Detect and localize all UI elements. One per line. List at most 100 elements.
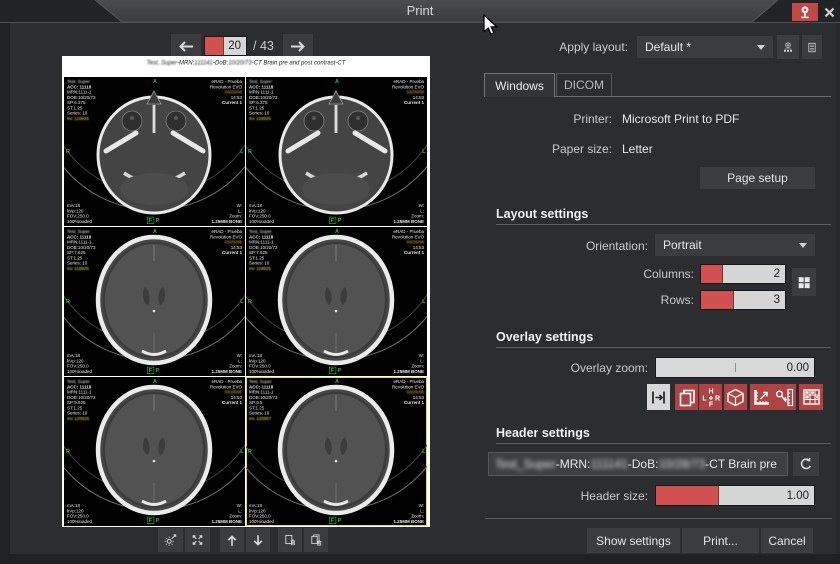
chevron-down-icon — [799, 243, 807, 248]
page-number-spinner[interactable]: 20 — [204, 36, 247, 56]
table-icon — [801, 387, 822, 407]
frame-bottom — [0, 554, 840, 564]
save-layout-icon — [783, 37, 793, 58]
titlebar: Print — [0, 0, 840, 22]
preview-cell[interactable]: Test, SuperACC: 11118MRN:1111-1DOB:10/20… — [64, 227, 245, 376]
layout-list-icon — [808, 38, 816, 57]
reset-header-button[interactable] — [793, 452, 819, 476]
cube-icon — [725, 387, 746, 408]
page-setup-button[interactable]: Page setup — [700, 167, 815, 189]
overlay-ruler-toggle[interactable] — [750, 384, 773, 410]
print-preview-page: Test, Super-MRN:111141-DoB:10/20/73-CT B… — [62, 56, 430, 527]
key-ruler-icon — [774, 387, 795, 408]
layout-list-button[interactable] — [802, 35, 822, 59]
ct-image — [64, 77, 245, 226]
tab-dicom-label: DICOM — [564, 78, 604, 92]
frame-left — [0, 23, 10, 564]
delete-all-pages-button[interactable] — [304, 528, 328, 552]
save-layout-button[interactable] — [777, 35, 799, 59]
svg-text:L: L — [702, 396, 707, 403]
down-icon — [252, 532, 264, 549]
spinner-fill — [205, 37, 224, 55]
spinner-fill — [701, 291, 734, 309]
printer-label: Printer: — [480, 112, 612, 126]
apply-layout-value: Default * — [645, 40, 691, 54]
svg-text:R: R — [714, 396, 719, 403]
preview-cell[interactable]: Test, SuperACC: 11118MRN:1111-1DOB:10/20… — [246, 227, 427, 376]
delete-page-button[interactable] — [278, 528, 302, 552]
header-settings-divider — [496, 443, 831, 444]
prev-page-button[interactable] — [171, 34, 201, 58]
tab-windows[interactable]: Windows — [484, 73, 555, 97]
tab-dicom[interactable]: DICOM — [556, 73, 612, 96]
frame-right — [836, 23, 840, 554]
layout-settings-divider — [496, 224, 831, 225]
window-title: Print — [0, 0, 840, 22]
ct-image — [246, 227, 427, 376]
paper-size-label: Paper size: — [480, 142, 612, 156]
header-size-value: 1.00 — [787, 486, 809, 505]
overlay-settings-divider — [496, 347, 831, 348]
pin-icon — [797, 4, 813, 20]
svg-text:F: F — [708, 402, 713, 409]
preview-cell[interactable]: Test, SuperACC: 11118MRN:1111-1DOB:10/20… — [246, 77, 427, 226]
print-button[interactable]: Print... — [682, 528, 759, 553]
close-icon — [824, 7, 835, 18]
auto-window-button[interactable] — [158, 528, 183, 552]
svg-text:H: H — [708, 389, 713, 396]
overlay-fit-toggle[interactable] — [647, 384, 670, 410]
chevron-down-icon — [757, 45, 765, 50]
cancel-button[interactable]: Cancel — [761, 528, 813, 553]
overlay-stack-toggle[interactable] — [675, 384, 698, 410]
fit-to-window-button[interactable] — [185, 528, 210, 552]
overlay-zoom-spinner[interactable]: 0.00 — [655, 357, 815, 378]
columns-spinner[interactable]: 2 — [700, 264, 786, 284]
page-total: / 43 — [253, 39, 274, 53]
preview-page-header: Test, Super-MRN:111141-DoB:10/20/73-CT B… — [62, 59, 430, 66]
delete-page-icon — [284, 530, 296, 550]
rows-label: Rows: — [560, 293, 694, 307]
preview-cell[interactable]: Test, SuperACC: 11118MRN:1111-1DOB:10/20… — [246, 377, 427, 526]
header-text-input[interactable]: Test_Super-MRN:111141-DoB:10/28/73-CT Br… — [488, 452, 788, 476]
slider-tick — [735, 363, 736, 372]
next-page-button[interactable] — [283, 34, 313, 58]
overlay-zoom-label: Overlay zoom: — [500, 361, 648, 375]
pin-button[interactable] — [792, 3, 818, 21]
header-settings-title: Header settings — [496, 426, 590, 440]
preview-cell[interactable]: Test, SuperACC: 11118MRN:1111-1DOB:10/20… — [64, 77, 245, 226]
overlay-zoom-value: 0.00 — [787, 358, 809, 377]
move-page-down-button[interactable] — [246, 528, 270, 552]
tab-windows-label: Windows — [495, 79, 544, 93]
show-settings-button[interactable]: Show settings — [587, 528, 680, 553]
header-size-label: Header size: — [500, 489, 648, 503]
overlay-settings-title: Overlay settings — [496, 330, 593, 344]
rows-spinner[interactable]: 3 — [700, 290, 786, 310]
columns-label: Columns: — [560, 267, 694, 281]
ct-image — [246, 377, 427, 526]
stack-icon — [677, 387, 697, 407]
spinner-fill — [701, 265, 723, 283]
header-size-spinner[interactable]: 1.00 — [655, 485, 815, 506]
overlay-3d-toggle[interactable] — [724, 384, 747, 410]
page-number-value: 20 — [228, 37, 241, 55]
rows-value: 3 — [774, 291, 780, 309]
apply-layout-label: Apply layout: — [490, 40, 628, 54]
grid-layout-button[interactable] — [792, 268, 816, 296]
move-page-up-button[interactable] — [220, 528, 244, 552]
preview-cell[interactable]: Test, SuperACC: 11118MRN:1111-1DOB:10/20… — [64, 377, 245, 526]
apply-layout-dropdown[interactable]: Default * — [637, 36, 773, 58]
close-button[interactable] — [821, 3, 838, 21]
up-icon — [226, 532, 238, 549]
expand-icon — [191, 530, 204, 550]
refresh-icon — [799, 455, 813, 473]
brightness-icon — [164, 530, 177, 550]
overlay-orientation-toggle[interactable]: HLRF — [699, 384, 722, 410]
ct-image — [64, 377, 245, 526]
orientation-dropdown[interactable]: Portrait — [655, 234, 815, 256]
ct-image — [64, 227, 245, 376]
titlebar-divider — [0, 22, 840, 23]
overlay-table-toggle[interactable] — [799, 384, 823, 410]
overlay-key-toggle[interactable] — [773, 384, 796, 410]
printer-value: Microsoft Print to PDF — [622, 112, 739, 126]
grid-icon — [798, 274, 810, 291]
